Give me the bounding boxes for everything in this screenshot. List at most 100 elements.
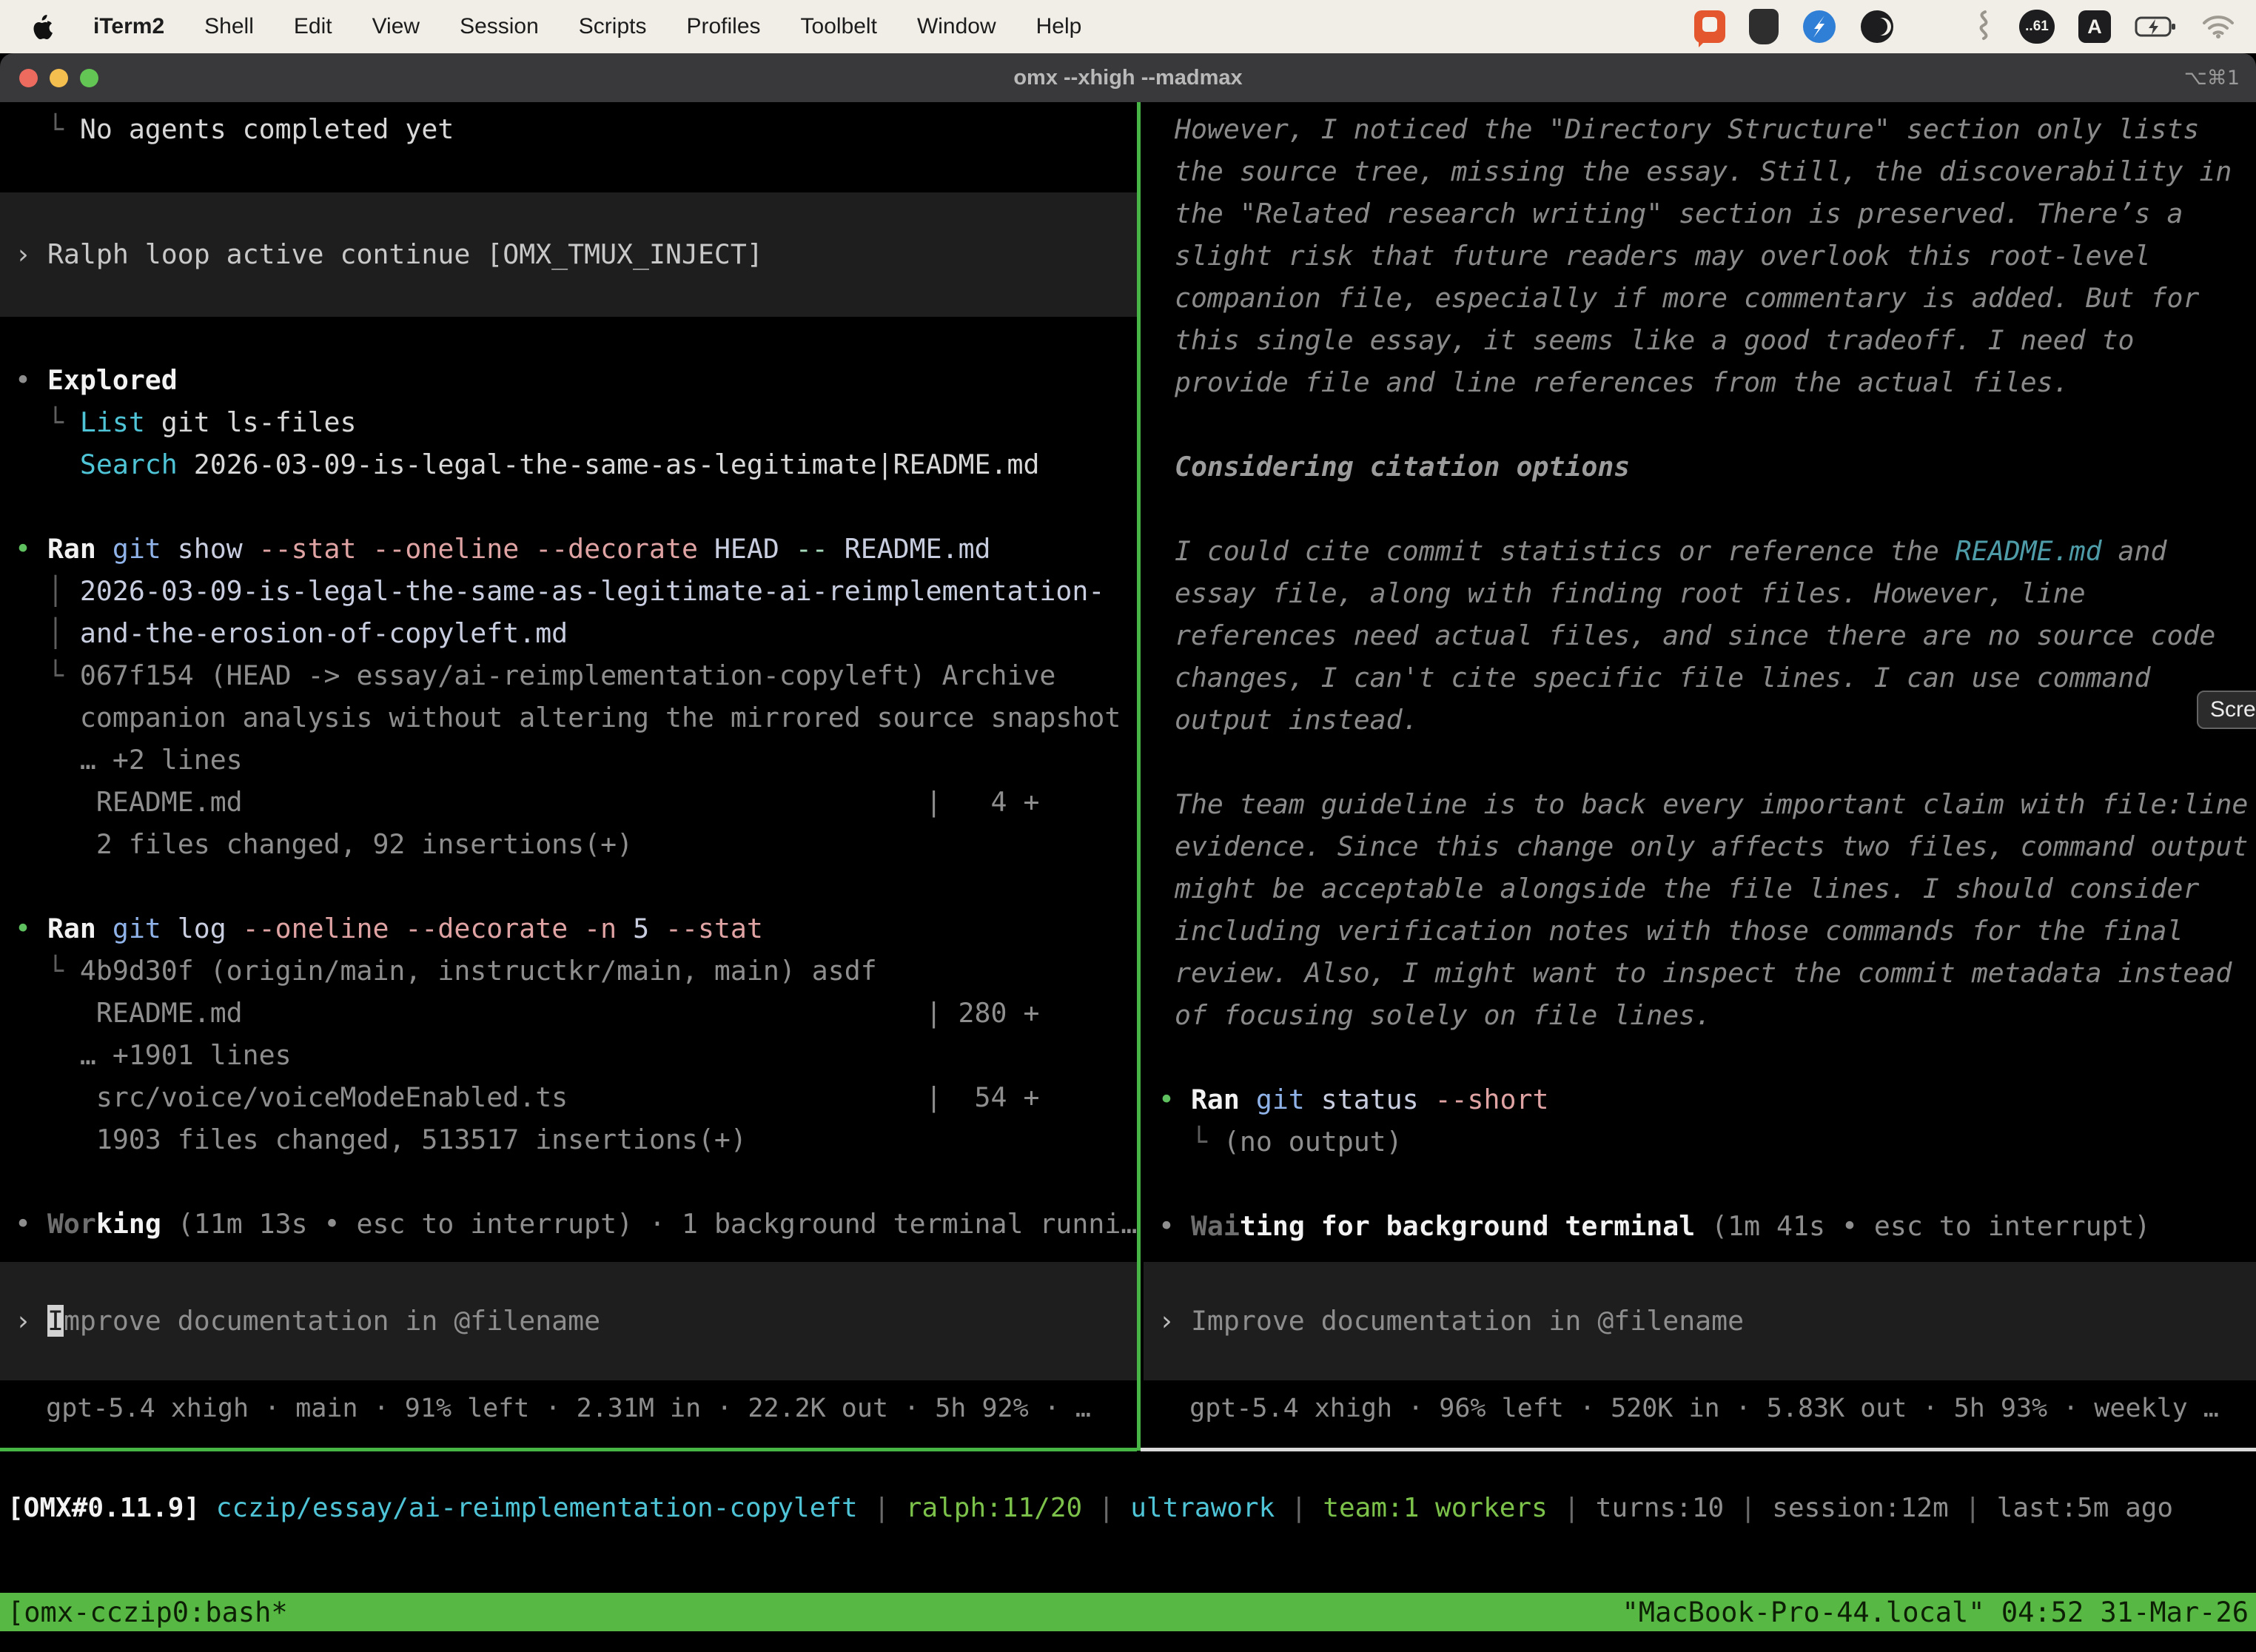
prompt-input-right[interactable]: › Improve documentation in @filename <box>1144 1262 2256 1380</box>
zoom-button[interactable] <box>80 69 98 87</box>
terminal-line: might be acceptable alongside the file l… <box>1144 867 2256 910</box>
terminal-pane-right[interactable]: However, I noticed the "Directory Struct… <box>1144 102 2256 1454</box>
pane-bottom-border-right <box>1141 1448 2256 1451</box>
terminal-line <box>1144 741 2256 783</box>
terminal-line: │ 2026-03-09-is-legal-the-same-as-legiti… <box>0 570 1137 612</box>
terminal-line: README.md | 280 + <box>0 992 1137 1034</box>
terminal-line: including verification notes with those … <box>1144 910 2256 952</box>
terminal-line: › Improve documentation in @filename <box>0 1304 600 1338</box>
terminal-line <box>1144 403 2256 446</box>
terminal-line <box>0 486 1137 528</box>
ralph-inject-banner[interactable]: › Ralph loop active continue [OMX_TMUX_I… <box>0 192 1137 317</box>
terminal-line: slight risk that future readers may over… <box>1144 235 2256 277</box>
traffic-lights <box>19 69 98 87</box>
terminal-line: 2 files changed, 92 insertions(+) <box>0 823 1137 865</box>
menu-item-profiles[interactable]: Profiles <box>686 14 760 39</box>
model-status-left: gpt-5.4 xhigh · main · 91% left · 2.31M … <box>0 1388 1137 1430</box>
terminal-line: this single essay, it seems like a good … <box>1144 319 2256 361</box>
terminal-line <box>0 865 1137 907</box>
battery-percent-badge-icon[interactable]: ..61 <box>2019 10 2055 44</box>
moon-crescent-icon[interactable] <box>1860 10 1894 44</box>
omx-status-line: [OMX#0.11.9] cczip/essay/ai-reimplementa… <box>7 1490 2173 1527</box>
terminal-line: the source tree, missing the essay. Stil… <box>1144 150 2256 192</box>
terminal-line <box>0 317 1137 359</box>
terminal-line: … +2 lines <box>0 739 1137 781</box>
tmux-status-bar: [omx-cczip0:bash* "MacBook-Pro-44.local"… <box>0 1593 2256 1631</box>
model-status-right: gpt-5.4 xhigh · 96% left · 520K in · 5.8… <box>1144 1388 2256 1430</box>
input-source-icon[interactable]: A <box>2078 10 2111 43</box>
window-shortcut-badge: ⌥⌘1 <box>2184 67 2240 90</box>
terminal-line: └ (no output) <box>1144 1121 2256 1163</box>
prompt-input-left[interactable]: › Improve documentation in @filename <box>0 1262 1137 1380</box>
window-title-bar: omx --xhigh --madmax ⌥⌘1 <box>0 53 2256 102</box>
terminal-line: src/voice/voiceModeEnabled.ts | 54 + <box>0 1076 1137 1118</box>
screen-overlay-label: Scre <box>2210 697 2256 722</box>
tmux-session-window: [omx-cczip0:bash* <box>7 1596 288 1628</box>
menubar-status-icons: ..61 A <box>1694 9 2235 44</box>
terminal-line: … +1901 lines <box>0 1034 1137 1076</box>
terminal-line: Search 2026-03-09-is-legal-the-same-as-l… <box>0 443 1137 486</box>
menu-item-session[interactable]: Session <box>460 14 539 39</box>
minimize-button[interactable] <box>50 69 68 87</box>
text-cursor: I <box>47 1305 64 1337</box>
terminal-line <box>1144 1163 2256 1205</box>
menu-item-help[interactable]: Help <box>1036 14 1082 39</box>
menu-item-toolbelt[interactable]: Toolbelt <box>801 14 877 39</box>
dots-grid-icon[interactable] <box>1918 13 1945 41</box>
terminal-line: The team guideline is to back every impo… <box>1144 783 2256 825</box>
tmux-host-time: "MacBook-Pro-44.local" 04:52 31-Mar-26 <box>1622 1596 2249 1628</box>
terminal-line: review. Also, I might want to inspect th… <box>1144 952 2256 994</box>
menu-item-scripts[interactable]: Scripts <box>579 14 647 39</box>
terminal-line: • Working (11m 13s • esc to interrupt) ·… <box>0 1203 1137 1245</box>
terminal-line: gpt-5.4 xhigh · main · 91% left · 2.31M … <box>0 1388 1137 1430</box>
menu-item-window[interactable]: Window <box>917 14 996 39</box>
terminal-line: companion analysis without altering the … <box>0 696 1137 739</box>
bolt-badge-icon[interactable] <box>1802 10 1836 44</box>
wifi-icon[interactable] <box>2201 14 2235 39</box>
menu-item-shell[interactable]: Shell <box>204 14 254 39</box>
terminal-line: references need actual files, and since … <box>1144 614 2256 657</box>
terminal-line: essay file, along with finding root file… <box>1144 572 2256 614</box>
terminal-line: the "Related research writing" section i… <box>1144 192 2256 235</box>
terminal-line: • Waiting for background terminal (1m 41… <box>1144 1205 2256 1247</box>
terminal-line: [OMX#0.11.9] cczip/essay/ai-reimplementa… <box>7 1490 2173 1527</box>
terminal-line: output instead. <box>1144 699 2256 741</box>
terminal-line <box>1144 1036 2256 1078</box>
pane-divider[interactable] <box>1137 102 1141 1451</box>
terminal-line: 1903 files changed, 513517 insertions(+) <box>0 1118 1137 1161</box>
close-button[interactable] <box>19 69 38 87</box>
menu-item-edit[interactable]: Edit <box>294 14 332 39</box>
terminal-line: gpt-5.4 xhigh · 96% left · 520K in · 5.8… <box>1144 1388 2256 1430</box>
terminal-line: › Ralph loop active continue [OMX_TMUX_I… <box>0 238 763 272</box>
menu-item-iterm2[interactable]: iTerm2 <box>93 14 164 39</box>
terminal-line: of focusing solely on file lines. <box>1144 994 2256 1036</box>
window-title: omx --xhigh --madmax <box>0 66 2256 90</box>
terminal-line <box>0 150 1137 192</box>
menu-item-view[interactable]: View <box>372 14 420 39</box>
screen-overlay-button[interactable]: Scre <box>2197 691 2256 729</box>
terminal-line: • Explored <box>0 359 1137 401</box>
terminal-line: I could cite commit statistics or refere… <box>1144 530 2256 572</box>
terminal-line: └ 067f154 (HEAD -> essay/ai-reimplementa… <box>0 654 1137 696</box>
terminal-line: • Ran git log --oneline --decorate -n 5 … <box>0 907 1137 950</box>
menu-bar: iTerm2 Shell Edit View Session Scripts Profile… <box>0 0 2256 53</box>
terminal-line: changes, I can't cite specific file line… <box>1144 657 2256 699</box>
menu-items: iTerm2 Shell Edit View Session Scripts Profile… <box>93 14 1081 39</box>
terminal-line <box>0 1161 1137 1203</box>
terminal-line: › Improve documentation in @filename <box>1144 1304 1744 1338</box>
terminal-line: companion file, especially if more comme… <box>1144 277 2256 319</box>
battery-icon[interactable] <box>2135 16 2178 38</box>
terminal-line: Considering citation options <box>1144 446 2256 488</box>
apple-menu-icon[interactable] <box>31 13 53 40</box>
screen-recording-icon[interactable] <box>1694 10 1725 43</box>
terminal-line: └ List git ls-files <box>0 401 1137 443</box>
squiggle-icon[interactable] <box>1969 10 1995 44</box>
shield-grid-icon[interactable] <box>1749 9 1779 44</box>
pane-bottom-border-left <box>0 1448 1137 1451</box>
terminal-pane-left[interactable]: └ No agents completed yet› Ralph loop ac… <box>0 102 1137 1454</box>
terminal-line: • Ran git status --short <box>1144 1078 2256 1121</box>
terminal-line: └ 4b9d30f (origin/main, instructkr/main,… <box>0 950 1137 992</box>
terminal-line: evidence. Since this change only affects… <box>1144 825 2256 867</box>
terminal-line: provide file and line references from th… <box>1144 361 2256 403</box>
terminal-line: │ and-the-erosion-of-copyleft.md <box>0 612 1137 654</box>
